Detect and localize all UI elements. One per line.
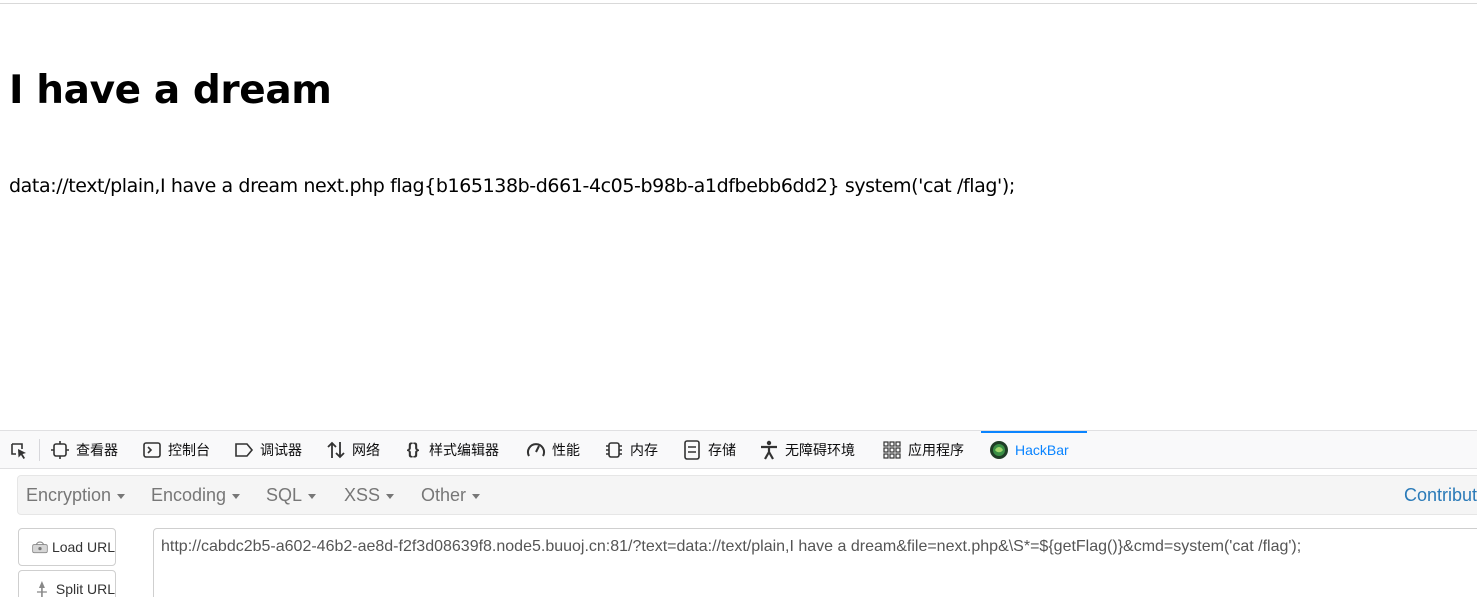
application-icon [882, 440, 902, 460]
network-icon [326, 440, 346, 460]
element-picker-icon [11, 443, 26, 459]
caret-down-icon [386, 493, 395, 499]
tab-label: 应用程序 [908, 442, 964, 458]
tab-label: 内存 [630, 442, 658, 458]
caret-down-icon [232, 493, 241, 499]
accessibility-icon [759, 440, 779, 460]
menu-label: XSS [344, 484, 381, 505]
tab-inspector[interactable]: 查看器 [50, 431, 118, 469]
tab-label: 控制台 [168, 442, 210, 458]
tab-storage[interactable]: 存储 [682, 431, 736, 469]
tab-label: 无障碍环境 [785, 442, 855, 458]
tab-label: 样式编辑器 [429, 442, 499, 458]
menu-label: SQL [266, 484, 303, 505]
caret-down-icon [308, 493, 317, 499]
inspector-icon [50, 440, 70, 460]
menu-label: Encoding [151, 484, 227, 505]
caret-down-icon [117, 493, 126, 499]
tab-label: 存储 [708, 442, 736, 458]
load-url-icon [32, 541, 48, 554]
hackbar-menu-bar: Encryption Encoding SQL XSS Other Contri… [17, 475, 1477, 515]
top-divider [0, 3, 1477, 4]
menu-label: Other [421, 484, 467, 505]
page-heading: I have a dream [9, 68, 332, 113]
tab-performance[interactable]: 性能 [526, 431, 580, 469]
element-picker-button[interactable] [4, 438, 34, 464]
tab-debugger[interactable]: 调试器 [234, 431, 302, 469]
memory-icon [604, 440, 624, 460]
devtools-tab-bar: 查看器 控制台 调试器 网络 {} 样式编辑器 性能 内存 存储 无障碍环境 应… [0, 431, 1477, 469]
menu-encryption[interactable]: Encryption [26, 476, 126, 514]
split-url-icon [36, 581, 47, 597]
performance-icon [526, 440, 546, 460]
split-url-button[interactable]: Split URL [18, 570, 116, 597]
console-icon [142, 440, 162, 460]
tab-hackbar[interactable]: HackBar [981, 431, 1087, 469]
toolbar-separator [39, 439, 40, 461]
url-textarea[interactable]: http://cabdc2b5-a602-46b2-ae8d-f2f3d0863… [153, 528, 1477, 597]
tab-style-editor[interactable]: {} 样式编辑器 [403, 431, 499, 469]
split-url-label: Split URL [55, 581, 115, 597]
tab-memory[interactable]: 内存 [604, 431, 658, 469]
tab-label: 性能 [552, 442, 580, 458]
tab-label: HackBar [1015, 442, 1069, 458]
storage-icon [682, 440, 702, 460]
tab-network[interactable]: 网络 [326, 431, 380, 469]
contribute-link[interactable]: Contribute n [1404, 476, 1477, 514]
tab-label: 查看器 [76, 442, 118, 458]
tab-label: 调试器 [260, 442, 302, 458]
menu-xss[interactable]: XSS [344, 476, 395, 514]
load-url-button[interactable]: Load URL [18, 528, 116, 566]
caret-down-icon [472, 493, 481, 499]
menu-other[interactable]: Other [421, 476, 481, 514]
menu-sql[interactable]: SQL [266, 476, 317, 514]
hackbar-icon [989, 440, 1009, 460]
load-url-label: Load URL [51, 539, 115, 555]
menu-label: Encryption [26, 484, 112, 505]
debugger-icon [234, 440, 254, 460]
page-output-text: data://text/plain,I have a dream next.ph… [9, 175, 1015, 197]
devtools-panel: 查看器 控制台 调试器 网络 {} 样式编辑器 性能 内存 存储 无障碍环境 应… [0, 430, 1477, 597]
tab-application[interactable]: 应用程序 [882, 431, 964, 469]
style-editor-icon: {} [406, 441, 420, 458]
tab-accessibility[interactable]: 无障碍环境 [759, 431, 855, 469]
menu-encoding[interactable]: Encoding [151, 476, 241, 514]
tab-console[interactable]: 控制台 [142, 431, 210, 469]
tab-label: 网络 [352, 442, 380, 458]
